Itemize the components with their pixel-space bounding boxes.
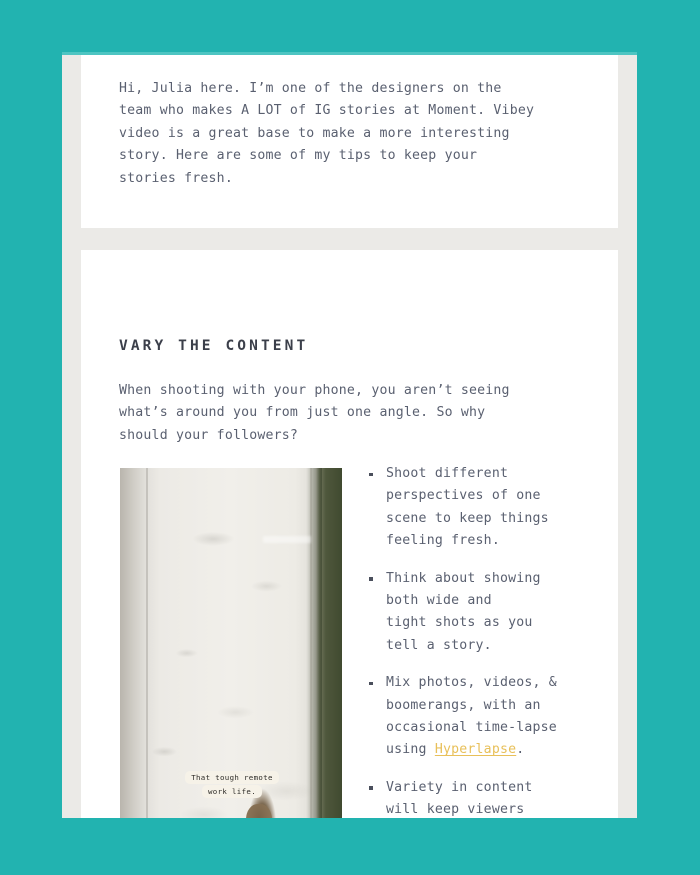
section-paragraph: When shooting with your phone, you aren’… bbox=[119, 383, 510, 443]
intro-paragraph: Hi, Julia here. I’m one of the designers… bbox=[119, 81, 535, 186]
hyperlapse-link[interactable]: Hyperlapse bbox=[435, 742, 516, 757]
main-content-card: VARY THE CONTENT When shooting with your… bbox=[81, 250, 618, 818]
photo-grass-edge bbox=[306, 468, 322, 818]
list-item: Variety in content will keep viewers tap… bbox=[365, 777, 593, 818]
list-item-text: Shoot different perspectives of one scen… bbox=[386, 466, 549, 549]
section-heading: VARY THE CONTENT bbox=[119, 338, 309, 354]
list-item-text-tail: . bbox=[516, 742, 525, 758]
sticker-line-1: That tough remote bbox=[185, 771, 279, 784]
list-item: Shoot different perspectives of one scen… bbox=[365, 463, 593, 553]
sticker-line-2: work life. bbox=[202, 785, 262, 798]
photo-and-tips-columns: That tough remote work life. Shoot diffe… bbox=[119, 463, 599, 818]
photo-caption-sticker: That tough remote work life. bbox=[169, 771, 295, 798]
sidewalk-photo: That tough remote work life. bbox=[120, 468, 342, 818]
list-item-text: Variety in content will keep viewers tap… bbox=[386, 779, 533, 818]
list-item: Think about showing both wide and tight … bbox=[365, 568, 593, 658]
intro-card: Hi, Julia here. I’m one of the designers… bbox=[81, 55, 618, 228]
photo-watermark bbox=[263, 536, 311, 543]
photo-pavement-seam-left bbox=[146, 468, 148, 818]
list-item-text: Think about showing both wide and tight … bbox=[386, 570, 541, 653]
email-body-frame: Hi, Julia here. I’m one of the designers… bbox=[62, 55, 637, 818]
tips-list: Shoot different perspectives of one scen… bbox=[365, 463, 593, 818]
list-item: Mix photos, videos, & boomerangs, with a… bbox=[365, 672, 593, 762]
